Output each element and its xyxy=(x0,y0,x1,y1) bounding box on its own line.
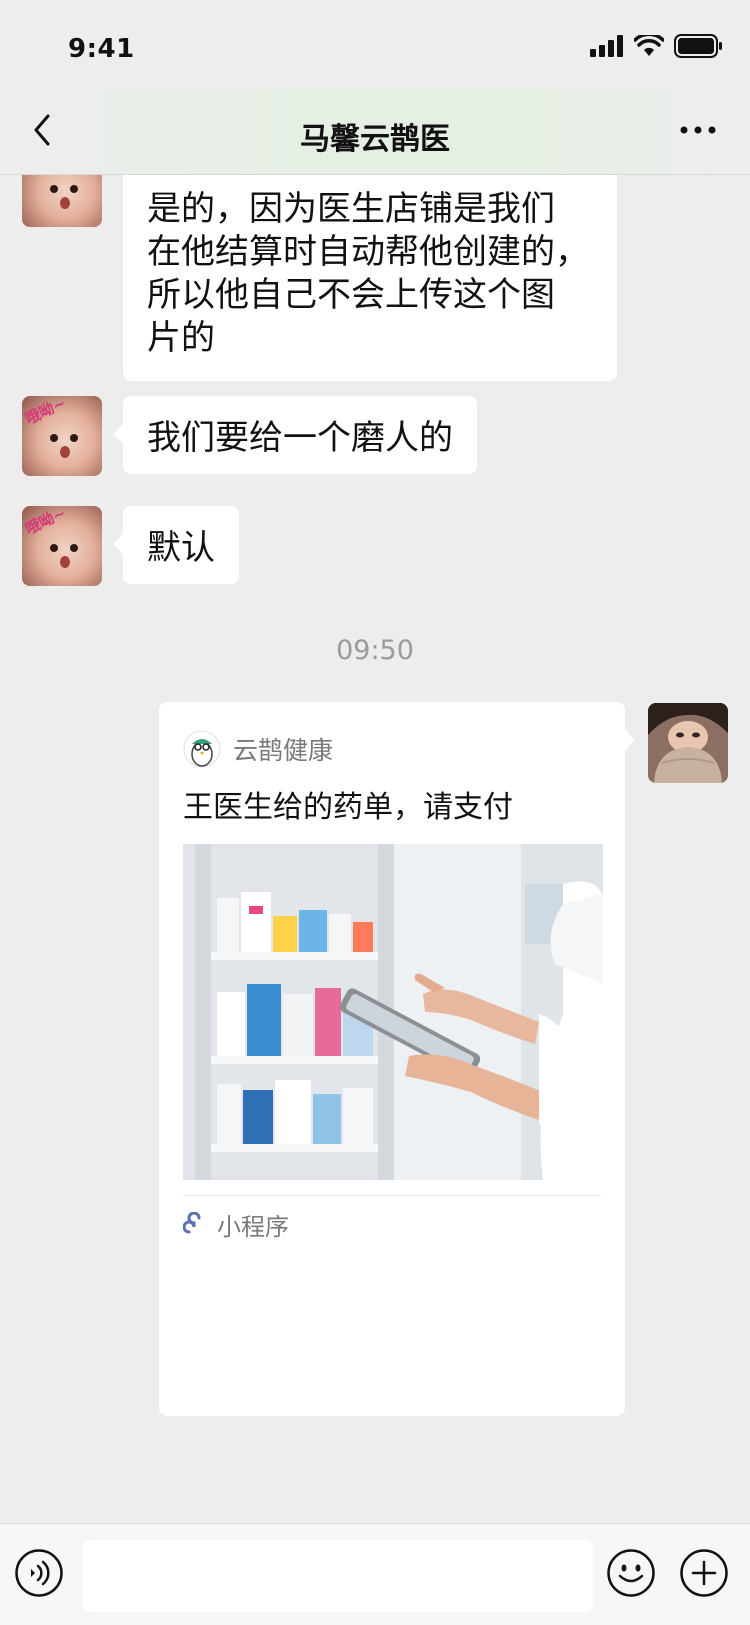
contact-avatar[interactable]: 哦呦~ xyxy=(22,396,102,476)
wifi-icon xyxy=(634,35,664,56)
avatar-sticker-text: 哦呦~ xyxy=(22,506,69,539)
message-bubble[interactable]: 是的，因为医生店铺是我们 在他结算时自动帮他创建的， 所以他自己不会上传这个图 … xyxy=(123,175,617,381)
status-icons xyxy=(590,34,722,58)
message-timestamp: 09:50 xyxy=(336,635,414,666)
card-app-name: 云鹊健康 xyxy=(233,736,334,765)
message-input[interactable] xyxy=(83,1540,593,1612)
voice-icon[interactable] xyxy=(14,1548,64,1598)
message-line: 是的，因为医生店铺是我们 xyxy=(147,189,555,229)
my-avatar[interactable] xyxy=(648,703,728,783)
input-bar xyxy=(0,1523,750,1625)
chat-area: 是的，因为医生店铺是我们 在他结算时自动帮他创建的， 所以他自己不会上传这个图 … xyxy=(0,175,750,1523)
pharmacy-photo xyxy=(183,844,603,1180)
more-icon[interactable] xyxy=(678,118,718,142)
message-line: 片的 xyxy=(147,318,215,358)
contact-avatar[interactable]: 哦呦~ xyxy=(22,506,102,586)
contact-avatar[interactable] xyxy=(22,175,102,227)
plus-icon[interactable] xyxy=(679,1548,729,1598)
message-line: 在他结算时自动帮他创建的， xyxy=(147,232,589,272)
chat-title: 马馨云鹊医 xyxy=(300,122,450,157)
card-footer: 小程序 xyxy=(183,1207,289,1242)
message-line: 所以他自己不会上传这个图 xyxy=(147,275,555,315)
mini-program-icon xyxy=(183,1211,201,1233)
yunque-logo-icon xyxy=(183,730,221,768)
emoji-icon[interactable] xyxy=(606,1548,656,1598)
card-title: 王医生给的药单，请支付 xyxy=(183,790,513,825)
status-bar: 9:41 xyxy=(0,0,750,88)
my-avatar-image xyxy=(648,703,728,783)
card-header: 云鹊健康 xyxy=(183,730,333,768)
signal-icon xyxy=(590,35,623,57)
avatar-sticker-text: 哦呦~ xyxy=(22,396,69,429)
status-time: 9:41 xyxy=(68,34,135,64)
nav-bar: 马馨云鹊医 xyxy=(0,88,750,175)
message-bubble[interactable]: 我们要给一个磨人的 xyxy=(113,396,477,474)
mini-program-label: 小程序 xyxy=(217,1213,289,1241)
message-text: 我们要给一个磨人的 xyxy=(147,418,453,458)
battery-icon xyxy=(674,34,722,58)
mini-program-card[interactable]: 云鹊健康 王医生给的药单，请支付 小程序 xyxy=(159,702,635,1416)
card-divider xyxy=(183,1195,601,1196)
message-text: 默认 xyxy=(147,528,215,568)
message-bubble[interactable]: 默认 xyxy=(113,506,239,584)
